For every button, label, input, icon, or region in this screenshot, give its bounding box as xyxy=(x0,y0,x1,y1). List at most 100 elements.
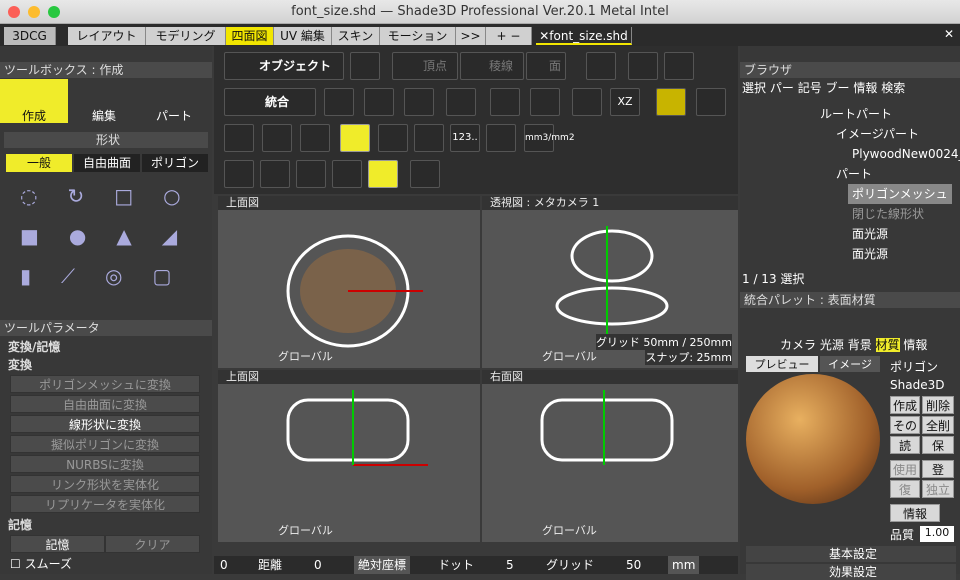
tree-item-part[interactable]: パート xyxy=(836,164,872,184)
tree-item-area-light-1[interactable]: 面光源 xyxy=(852,224,888,244)
cubes-icon[interactable] xyxy=(378,124,408,152)
shape-tab-polygon[interactable]: ポリゴン xyxy=(142,154,208,172)
save-button[interactable]: 保 xyxy=(922,436,954,454)
create-material-button[interactable]: 作成 xyxy=(890,396,920,414)
use-button[interactable]: 使用 xyxy=(890,460,920,478)
edge-mode-button[interactable]: 稜線 xyxy=(460,52,524,80)
palette-info[interactable]: 情報 xyxy=(903,338,927,352)
tab-modeling[interactable]: モデリング xyxy=(146,27,226,45)
viewport-perspective[interactable]: 透視図 : メタカメラ 1 グリッド 50mm / 250mm スナップ: 25… xyxy=(482,196,738,368)
load-button[interactable]: 読 xyxy=(890,436,920,454)
other-button[interactable]: その xyxy=(890,416,920,434)
number-button[interactable]: 123.. xyxy=(450,124,480,152)
info-button[interactable]: 情報 xyxy=(890,504,940,522)
realize-replicator-button[interactable]: リプリケータを実体化 xyxy=(10,495,200,513)
measure-icon[interactable] xyxy=(414,124,444,152)
refresh-icon[interactable] xyxy=(628,52,658,80)
tab-uv[interactable]: UV 編集 xyxy=(274,27,332,45)
sphere-half-icon[interactable] xyxy=(332,160,362,188)
browser-tab-select[interactable]: 選択 xyxy=(742,81,766,95)
image-tab[interactable]: イメージ xyxy=(820,356,880,372)
browser-tab-symbol[interactable]: 記号 xyxy=(798,81,822,95)
ball-icon[interactable] xyxy=(410,160,440,188)
close-tab-icon[interactable]: ✕ xyxy=(944,27,954,41)
arrow-icon[interactable] xyxy=(260,160,290,188)
basic-settings-header[interactable]: 基本設定 xyxy=(746,546,956,562)
axis-icon[interactable] xyxy=(324,88,354,116)
tab-document[interactable]: ✕font_size.shd xyxy=(536,27,632,45)
viewport-front[interactable]: 上面図 グローバル xyxy=(218,370,480,542)
browser-tab-boolean[interactable]: ブー xyxy=(826,81,850,95)
link-icon[interactable] xyxy=(300,124,330,152)
preview-tab[interactable]: プレビュー xyxy=(746,356,818,372)
box-view-icon[interactable] xyxy=(446,88,476,116)
unit-select[interactable]: mm xyxy=(668,556,700,574)
independent-button[interactable]: 独立 xyxy=(922,480,954,498)
minimize-window-button[interactable] xyxy=(28,6,40,18)
tree-item-image-part[interactable]: イメージパート xyxy=(836,124,919,144)
convert-pseudo-polygon-button[interactable]: 擬似ポリゴンに変換 xyxy=(10,435,200,453)
tab-four-view[interactable]: 四面図 xyxy=(226,27,274,45)
curve-icon[interactable] xyxy=(296,160,326,188)
grid-select-icon[interactable] xyxy=(340,124,370,152)
convert-freeform-button[interactable]: 自由曲面に変換 xyxy=(10,395,200,413)
box-wire-icon[interactable] xyxy=(490,88,520,116)
smooth-checkbox[interactable]: ☐ スムーズ xyxy=(10,555,72,572)
viewport-top[interactable]: 上面図 グローバル xyxy=(218,196,480,368)
tab-layout[interactable]: レイアウト xyxy=(68,27,146,45)
table-icon[interactable] xyxy=(696,88,726,116)
object-mode-button[interactable]: オブジェクト xyxy=(224,52,344,80)
brush-icon[interactable] xyxy=(664,52,694,80)
palette-material[interactable]: 材質 xyxy=(875,338,900,352)
mode-edit-button[interactable]: 編集 xyxy=(70,79,138,123)
quality-input[interactable]: 1.00 xyxy=(920,526,954,542)
coord-mode-select[interactable]: 絶対座標 xyxy=(354,556,411,574)
snap-icon[interactable] xyxy=(404,88,434,116)
close-window-button[interactable] xyxy=(8,6,20,18)
stack-icon[interactable] xyxy=(262,124,292,152)
tree-item-root[interactable]: ルートパート xyxy=(820,104,892,124)
convert-polymesh-button[interactable]: ポリゴンメッシュに変換 xyxy=(10,375,200,393)
viewport-right[interactable]: 右面図 グローバル xyxy=(482,370,738,542)
restore-button[interactable]: 復 xyxy=(890,480,920,498)
clear-button[interactable]: クリア xyxy=(105,535,200,553)
palette-light[interactable]: 光源 xyxy=(820,338,844,352)
globe-icon[interactable] xyxy=(572,88,602,116)
select-rect-icon[interactable] xyxy=(586,52,616,80)
cloud-icon[interactable] xyxy=(368,160,398,188)
grid-quad-icon[interactable] xyxy=(656,88,686,116)
area-volume-button[interactable]: mm3/mm2 xyxy=(524,124,575,152)
tab-add-remove[interactable]: + − xyxy=(486,27,532,45)
camera-icon[interactable] xyxy=(350,52,380,80)
tab-3dcg[interactable]: 3DCG xyxy=(4,27,56,45)
face-mode-button[interactable]: 面 xyxy=(526,52,566,80)
delete-material-button[interactable]: 削除 xyxy=(922,396,954,414)
realize-link-button[interactable]: リンク形状を実体化 xyxy=(10,475,200,493)
browser-tab-info[interactable]: 情報 xyxy=(853,81,877,95)
palette-background[interactable]: 背景 xyxy=(848,338,872,352)
target-icon[interactable] xyxy=(364,88,394,116)
palette-camera[interactable]: カメラ xyxy=(780,338,816,352)
shape-tab-freeform[interactable]: 自由曲面 xyxy=(74,154,140,172)
shape-tool-grid[interactable]: ◌↻□○ ■●▲◢ ▮⟋◎▢ xyxy=(20,176,200,306)
merge-button[interactable]: 統合 xyxy=(224,88,316,116)
memory-button[interactable]: 記憶 xyxy=(10,535,105,553)
tree-item-polymesh[interactable]: ポリゴンメッシュ xyxy=(848,184,952,204)
convert-line-button[interactable]: 線形状に変換 xyxy=(10,415,200,433)
hatch-icon[interactable] xyxy=(224,160,254,188)
tree-item-texture[interactable]: PlywoodNew0024_ xyxy=(852,144,960,164)
tab-more[interactable]: >> xyxy=(456,27,486,45)
browser-tab-search[interactable]: 検索 xyxy=(881,81,905,95)
layers-icon[interactable] xyxy=(530,88,560,116)
vertex-mode-button[interactable]: 頂点 xyxy=(392,52,458,80)
xz-plane-button[interactable]: XZ xyxy=(610,88,640,116)
browser-tab-part[interactable]: パー xyxy=(770,81,794,95)
tab-skin[interactable]: スキン xyxy=(332,27,380,45)
shape-tab-general[interactable]: 一般 xyxy=(6,154,72,172)
convert-nurbs-button[interactable]: NURBSに変換 xyxy=(10,455,200,473)
tree-item-closed-line[interactable]: 閉じた線形状 xyxy=(852,204,924,224)
delete-all-button[interactable]: 全削 xyxy=(922,416,954,434)
mode-create-button[interactable]: 作成 xyxy=(0,79,68,123)
ruler-icon[interactable] xyxy=(486,124,516,152)
register-button[interactable]: 登 xyxy=(922,460,954,478)
